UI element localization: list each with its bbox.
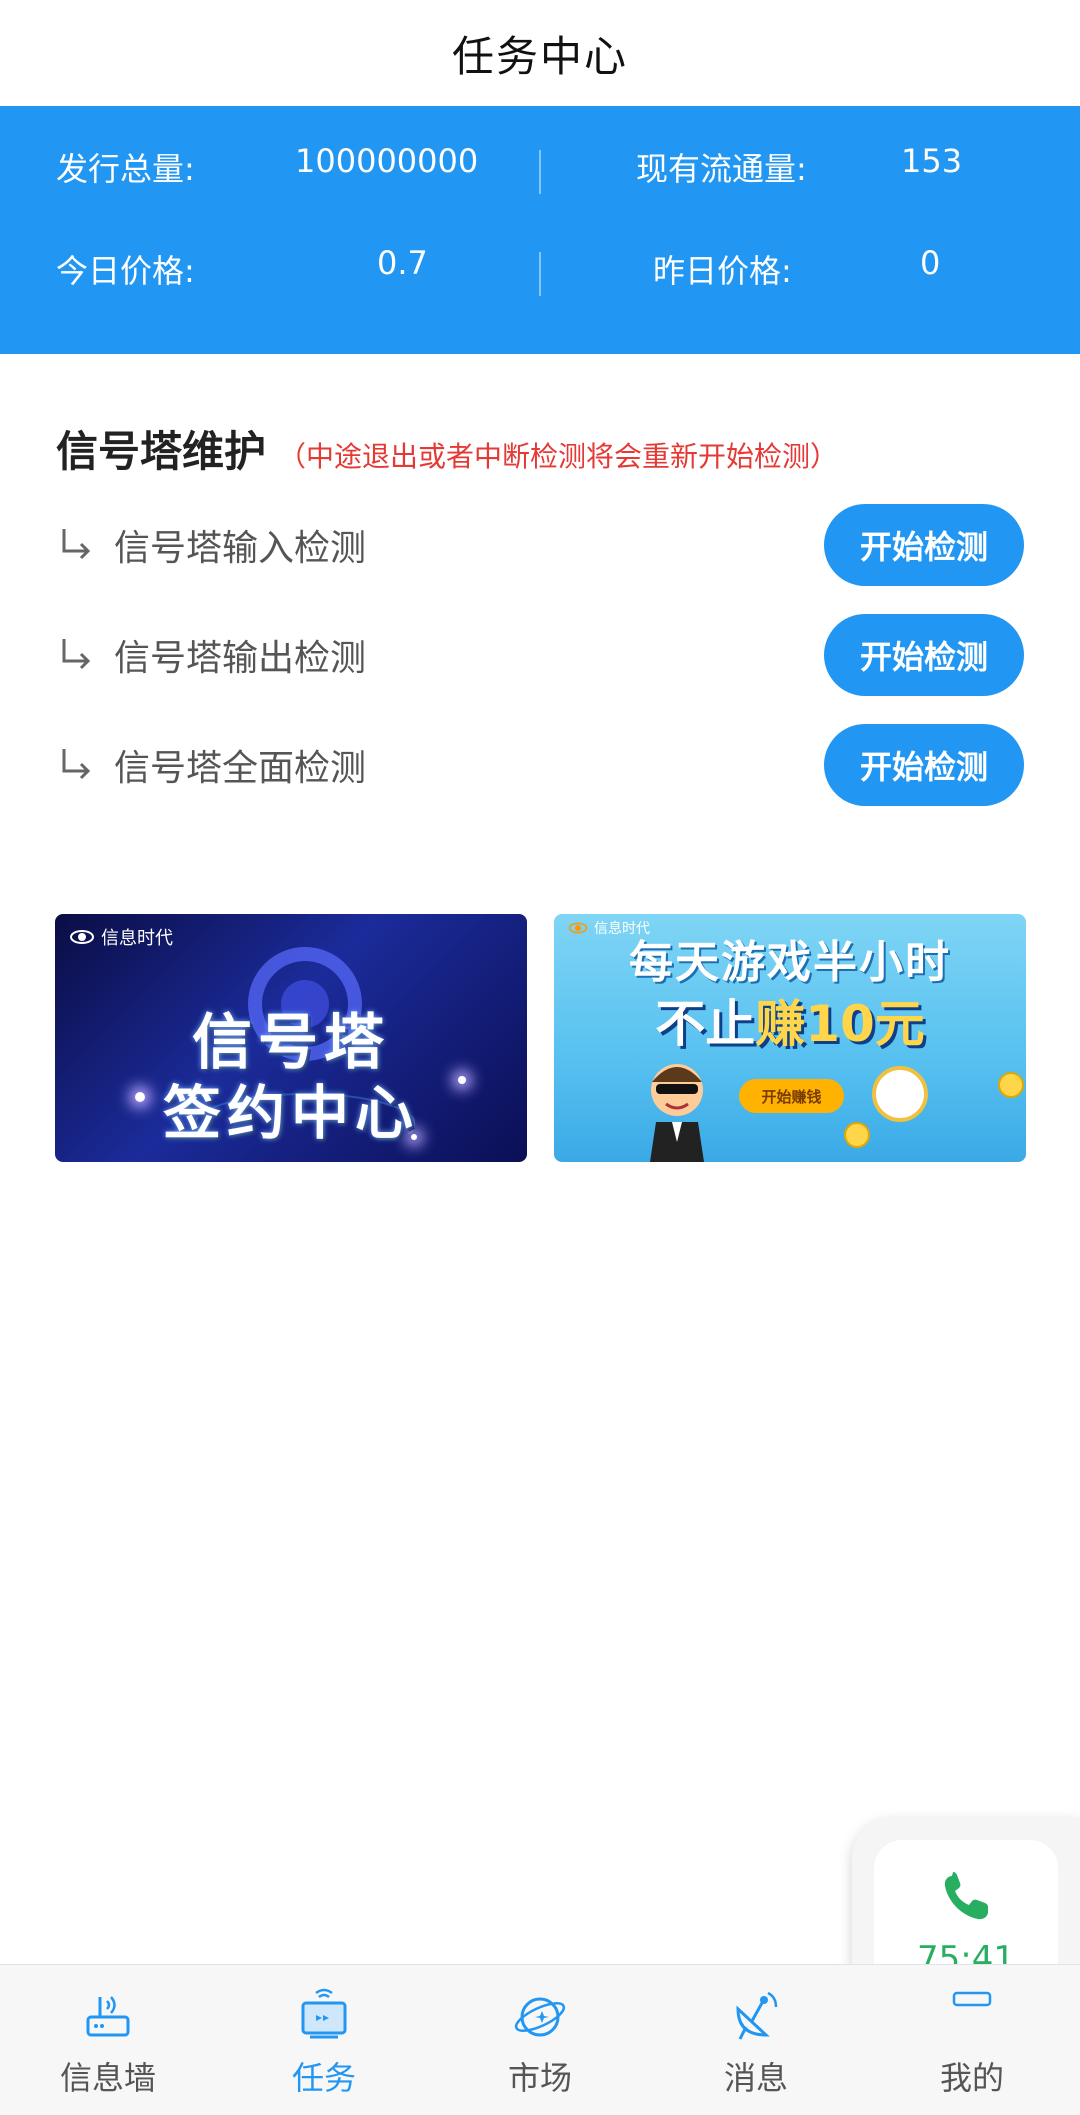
monitor-icon xyxy=(301,1988,347,2039)
yesterday-price-label: 昨日价格: xyxy=(653,252,792,290)
banner-title-highlight: 赚10元 xyxy=(755,995,925,1053)
cartoon-character-icon xyxy=(650,1064,704,1162)
nav-item-info-wall[interactable]: 信息墙 xyxy=(0,1965,216,2115)
coin-icon xyxy=(844,1122,870,1148)
stats-divider xyxy=(539,150,541,194)
brand-name: 信息时代 xyxy=(101,928,173,949)
return-arrow-icon xyxy=(62,749,91,780)
nav-label: 我的 xyxy=(939,2059,1004,2097)
task-row: 信号塔输入检测 开始检测 xyxy=(56,503,1024,587)
today-price-value: 0.7 xyxy=(377,244,428,282)
task-label: 信号塔输出检测 xyxy=(114,638,367,679)
section-warning-note: （中途退出或者中断检测将会重新开始检测） xyxy=(278,440,839,473)
task-label: 信号塔全面检测 xyxy=(114,748,367,789)
section-title: 信号塔维护 xyxy=(56,427,267,476)
nav-item-mine[interactable]: 我的 xyxy=(864,1965,1080,2115)
banner-title-line-2: 不止赚10元 xyxy=(554,984,1026,1056)
nav-label: 消息 xyxy=(723,2059,788,2097)
start-check-button[interactable]: 开始检测 xyxy=(824,504,1024,586)
coin-icon xyxy=(998,1072,1024,1098)
nav-item-tasks[interactable]: 任务 xyxy=(216,1965,432,2115)
planet-icon xyxy=(514,1997,566,2037)
nav-item-market[interactable]: 市场 xyxy=(432,1965,648,2115)
nav-label: 任务 xyxy=(291,2059,356,2097)
banner-title-line-2: 签约中心 xyxy=(162,1079,419,1147)
signal-tower-contract-banner[interactable]: 信息时代 信号塔 签约中心 xyxy=(55,914,527,1162)
task-row: 信号塔全面检测 开始检测 xyxy=(56,723,1024,807)
nav-label: 信息墙 xyxy=(59,2059,156,2097)
brand-mark: 信息时代 xyxy=(69,924,173,950)
page-title: 任务中心 xyxy=(451,31,628,81)
router-icon xyxy=(86,1996,130,2037)
return-arrow-icon xyxy=(62,529,91,560)
section-header: 信号塔维护 （中途退出或者中断检测将会重新开始检测） xyxy=(56,418,838,479)
bottom-nav: 信息墙 任务 市场 消息 我的 xyxy=(0,1964,1080,2115)
circulation-label: 现有流通量: xyxy=(636,150,807,188)
task-row: 信号塔输出检测 开始检测 xyxy=(56,613,1024,697)
today-price-label: 今日价格: xyxy=(56,252,195,290)
banner-title-line-1: 每天游戏半小时 xyxy=(629,937,951,988)
start-earning-button: 开始赚钱 xyxy=(739,1079,844,1113)
clock-icon xyxy=(872,1066,928,1122)
total-supply-label: 发行总量: xyxy=(56,150,195,188)
top-bar: 任务中心 xyxy=(0,0,1080,106)
profile-icon xyxy=(952,1991,992,2007)
phone-icon xyxy=(944,1872,988,1920)
circulation-value: 153 xyxy=(901,142,963,180)
nav-label: 市场 xyxy=(507,2059,572,2097)
task-label: 信号塔输入检测 xyxy=(114,528,367,569)
game-earn-banner[interactable]: 信息时代 每天游戏半小时 不止赚10元 开始赚钱 xyxy=(554,914,1026,1162)
yesterday-price-value: 0 xyxy=(920,244,941,282)
satellite-dish-icon xyxy=(736,1991,778,2040)
start-check-button[interactable]: 开始检测 xyxy=(824,724,1024,806)
start-check-button[interactable]: 开始检测 xyxy=(824,614,1024,696)
stats-panel: 发行总量: 100000000 现有流通量: 153 今日价格: 0.7 昨日价… xyxy=(0,106,1080,354)
banner-title-part: 不止 xyxy=(655,995,756,1053)
brand-logo-icon xyxy=(70,930,94,944)
nav-item-messages[interactable]: 消息 xyxy=(648,1965,864,2115)
stats-divider xyxy=(539,252,541,296)
return-arrow-icon xyxy=(62,639,91,670)
total-supply-value: 100000000 xyxy=(295,142,479,180)
